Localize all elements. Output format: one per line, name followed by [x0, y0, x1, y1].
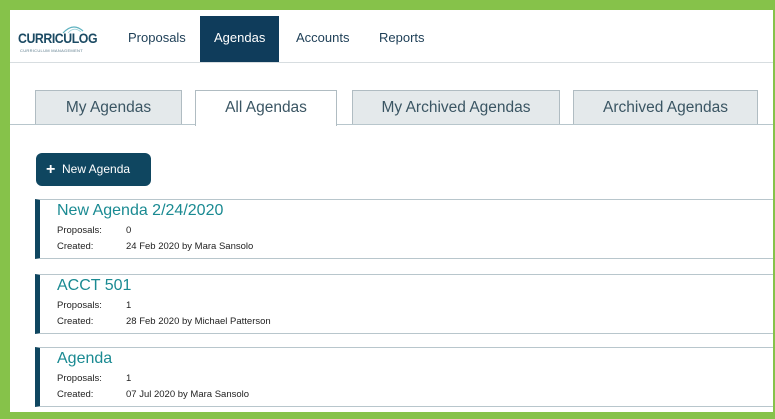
- agenda-title[interactable]: Agenda: [57, 350, 112, 368]
- proposals-label: Proposals:: [57, 225, 102, 236]
- created-value: 24 Feb 2020 by Mara Sansolo: [126, 241, 254, 252]
- agenda-title[interactable]: ACCT 501: [57, 277, 131, 295]
- nav-proposals[interactable]: Proposals: [114, 16, 200, 62]
- agenda-card[interactable]: ACCT 501 Proposals: 1 Created: 28 Feb 20…: [35, 274, 773, 334]
- tab-my-archived-agendas[interactable]: My Archived Agendas: [352, 90, 560, 124]
- app-window: CURRICULOG CURRICULUM MANAGEMENT Proposa…: [10, 10, 773, 412]
- nav-reports[interactable]: Reports: [365, 16, 439, 62]
- created-label: Created:: [57, 389, 94, 400]
- created-label: Created:: [57, 316, 94, 327]
- proposals-label: Proposals:: [57, 373, 102, 384]
- new-agenda-label: New Agenda: [62, 162, 131, 176]
- tab-archived-agendas[interactable]: Archived Agendas: [573, 90, 758, 124]
- plus-icon: +: [46, 161, 56, 178]
- tab-all-agendas[interactable]: All Agendas: [195, 90, 337, 126]
- logo-subtitle: CURRICULUM MANAGEMENT: [20, 48, 83, 53]
- created-label: Created:: [57, 241, 94, 252]
- tab-my-agendas[interactable]: My Agendas: [35, 90, 182, 124]
- agenda-title[interactable]: New Agenda 2/24/2020: [57, 202, 223, 220]
- proposals-count: 1: [126, 373, 132, 384]
- agenda-card[interactable]: Agenda Proposals: 1 Created: 07 Jul 2020…: [35, 347, 773, 407]
- curriculog-logo[interactable]: CURRICULOG CURRICULUM MANAGEMENT: [18, 24, 98, 56]
- proposals-count: 0: [126, 225, 132, 236]
- top-navigation: CURRICULOG CURRICULUM MANAGEMENT Proposa…: [10, 10, 773, 63]
- agenda-card[interactable]: New Agenda 2/24/2020 Proposals: 0 Create…: [35, 199, 773, 259]
- nav-accounts[interactable]: Accounts: [282, 16, 363, 62]
- tab-baseline: [10, 124, 773, 125]
- proposals-label: Proposals:: [57, 300, 102, 311]
- created-value: 07 Jul 2020 by Mara Sansolo: [126, 389, 250, 400]
- created-value: 28 Feb 2020 by Michael Patterson: [126, 316, 271, 327]
- logo-text: CURRICULOG: [18, 30, 98, 46]
- nav-agendas[interactable]: Agendas: [200, 16, 280, 62]
- new-agenda-button[interactable]: + New Agenda: [36, 153, 151, 186]
- proposals-count: 1: [126, 300, 132, 311]
